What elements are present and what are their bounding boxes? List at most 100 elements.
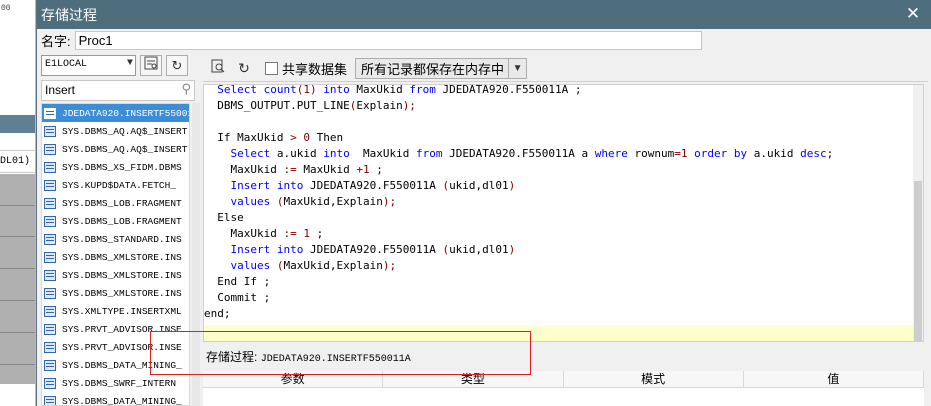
editor-panel: ↻ 共享数据集 所有记录都保存在内存中 ▼ Select count(1) in… — [203, 55, 928, 406]
save-mode-select[interactable]: 所有记录都保存在内存中 ▼ — [355, 57, 528, 79]
chevron-down-icon: ▼ — [126, 58, 133, 69]
background-header — [0, 115, 35, 133]
list-item[interactable]: SYS.DBMS_XMLSTORE.INS — [42, 248, 189, 266]
procedure-icon — [44, 305, 56, 317]
list-scrollbar[interactable] — [192, 103, 200, 406]
list-item[interactable]: SYS.PRVT_ADVISOR.INSE — [42, 320, 189, 338]
code-text[interactable]: Select count(1) into MaxUkid from JDEDAT… — [204, 84, 834, 322]
code-line: values (MaxUkid,Explain); — [230, 195, 397, 208]
list-item-label: SYS.DBMS_DATA_MINING_ — [62, 359, 182, 371]
close-icon[interactable]: ✕ — [904, 5, 922, 23]
procedure-icon — [44, 161, 56, 173]
code-line: Commit ; — [204, 291, 271, 304]
checkbox-box[interactable] — [265, 61, 278, 75]
procedure-icon — [44, 215, 56, 227]
procedure-icon — [44, 395, 56, 405]
list-item[interactable]: SYS.XMLTYPE.INSERTXML — [42, 302, 189, 320]
procedure-icon — [44, 323, 56, 335]
preview-icon[interactable] — [207, 58, 229, 79]
list-item[interactable]: JDEDATA920.INSERTF550011A — [42, 104, 189, 122]
list-item-label: SYS.DBMS_SWRF_INTERN — [62, 377, 177, 389]
procedure-browser: E1LOCAL ▼ ↻ Insert ⚲ JDEDATA920.INSERTF5… — [41, 55, 200, 406]
search-value: Insert — [45, 83, 76, 97]
filter-icon[interactable] — [140, 55, 162, 76]
background-window: 00 DL01) — [0, 0, 36, 406]
list-item[interactable]: SYS.DBMS_DATA_MINING_ — [42, 392, 189, 406]
database-select[interactable]: E1LOCAL ▼ — [41, 55, 136, 76]
list-item[interactable]: SYS.DBMS_STANDARD.INS — [42, 230, 189, 248]
current-line-highlight — [204, 325, 913, 341]
sql-editor[interactable]: Select count(1) into MaxUkid from JDEDAT… — [203, 84, 924, 342]
code-line: end; — [204, 307, 231, 320]
list-item[interactable]: SYS.DBMS_AQ.AQ$_INSERT — [42, 122, 189, 140]
list-item[interactable]: SYS.DBMS_XMLSTORE.INS — [42, 266, 189, 284]
share-dataset-checkbox[interactable]: 共享数据集 — [265, 59, 347, 78]
grid-column-header[interactable]: 模式 — [564, 371, 744, 387]
name-row: 名字: Proc1 — [41, 31, 702, 50]
list-item[interactable]: SYS.DBMS_XMLSTORE.INS — [42, 284, 189, 302]
procedure-list: JDEDATA920.INSERTF550011A SYS.DBMS_AQ.AQ$… — [41, 103, 190, 406]
list-item[interactable]: SYS.DBMS_LOB.FRAGMENT — [42, 212, 189, 230]
background-ruler: 00 — [0, 0, 35, 23]
list-item[interactable]: SYS.KUPD$DATA.FETCH_ — [42, 176, 189, 194]
procedure-status: 存储过程: JDEDATA920.INSERTF550011A — [203, 346, 924, 368]
code-line: Insert into JDEDATA920.F550011A (ukid,dl… — [230, 179, 516, 192]
list-item-label: SYS.XMLTYPE.INSERTXML — [62, 305, 182, 317]
code-line: Select count(1) into MaxUkid from JDEDAT… — [217, 84, 582, 96]
grid-column-header[interactable]: 参数 — [203, 371, 384, 387]
grid-column-header[interactable]: 类型 — [383, 371, 564, 387]
search-icon[interactable]: ⚲ — [181, 81, 191, 97]
procedure-icon — [44, 125, 56, 137]
status-label: 存储过程: — [206, 350, 258, 364]
stored-procedure-dialog: 存储过程 ✕ 名字: Proc1 E1LOCAL ▼ ↻ Insert ⚲ JD… — [36, 0, 931, 406]
procedure-icon — [44, 179, 56, 191]
refresh-icon[interactable]: ↻ — [166, 55, 188, 76]
list-item-label: SYS.DBMS_STANDARD.INS — [62, 233, 182, 245]
list-item-label: SYS.PRVT_ADVISOR.INSE — [62, 341, 182, 353]
code-line: MaxUkid := MaxUkid +1 ; — [204, 163, 383, 176]
code-line: Select a.ukid into MaxUkid from JDEDATA9… — [230, 147, 834, 160]
procedure-icon — [44, 269, 56, 281]
name-label: 名字: — [41, 34, 71, 49]
list-item[interactable]: SYS.DBMS_XS_FIDM.DBMS — [42, 158, 189, 176]
status-value: JDEDATA920.INSERTF550011A — [260, 354, 411, 365]
list-item-label: SYS.KUPD$DATA.FETCH_ — [62, 179, 177, 191]
list-item[interactable]: SYS.DBMS_SWRF_INTERN — [42, 374, 189, 392]
list-item[interactable]: SYS.PRVT_ADVISOR.INSE — [42, 338, 189, 356]
save-mode-value: 所有记录都保存在内存中 — [361, 61, 505, 77]
procedure-icon — [44, 251, 56, 263]
list-item[interactable]: SYS.DBMS_AQ.AQ$_INSERT — [42, 140, 189, 158]
list-item[interactable]: SYS.DBMS_LOB.FRAGMENT — [42, 194, 189, 212]
procedure-icon — [44, 233, 56, 245]
refresh-icon[interactable]: ↻ — [233, 58, 255, 79]
list-item-label: JDEDATA920.INSERTF550011A — [62, 107, 189, 119]
code-line: DBMS_OUTPUT.PUT_LINE(Explain); — [204, 99, 416, 112]
editor-scrollbar[interactable] — [913, 85, 923, 341]
chevron-down-icon: ▼ — [508, 58, 526, 78]
list-item-label: SYS.DBMS_DATA_MINING_ — [62, 395, 182, 406]
list-item-label: SYS.DBMS_XMLSTORE.INS — [62, 251, 182, 263]
procedure-icon — [44, 197, 56, 209]
editor-toolbar: ↻ 共享数据集 所有记录都保存在内存中 ▼ — [203, 55, 928, 82]
code-line: Insert into JDEDATA920.F550011A (ukid,dl… — [230, 243, 516, 256]
code-line: End If ; — [204, 275, 271, 288]
grid-header: 参数 类型 模式值 — [203, 371, 924, 388]
procedure-icon — [44, 377, 56, 389]
procedure-icon — [44, 107, 56, 119]
code-line: Else — [204, 211, 244, 224]
list-item-label: SYS.DBMS_XS_FIDM.DBMS — [62, 161, 182, 173]
parameter-grid: 参数 类型 模式值 — [203, 371, 924, 406]
search-input[interactable]: Insert ⚲ — [41, 80, 195, 101]
scrollbar-thumb[interactable] — [914, 181, 922, 341]
list-item-label: SYS.DBMS_LOB.FRAGMENT — [62, 215, 182, 227]
procedure-icon — [44, 341, 56, 353]
share-dataset-label: 共享数据集 — [282, 61, 348, 77]
name-input[interactable]: Proc1 — [74, 31, 702, 50]
grid-column-header[interactable]: 值 — [744, 371, 924, 387]
database-select-value: E1LOCAL — [45, 59, 88, 70]
background-cell: DL01) — [0, 156, 31, 167]
list-item[interactable]: SYS.DBMS_DATA_MINING_ — [42, 356, 189, 374]
code-line: If MaxUkid > 0 Then — [204, 131, 344, 144]
code-line: MaxUkid := 1 ; — [204, 227, 324, 240]
